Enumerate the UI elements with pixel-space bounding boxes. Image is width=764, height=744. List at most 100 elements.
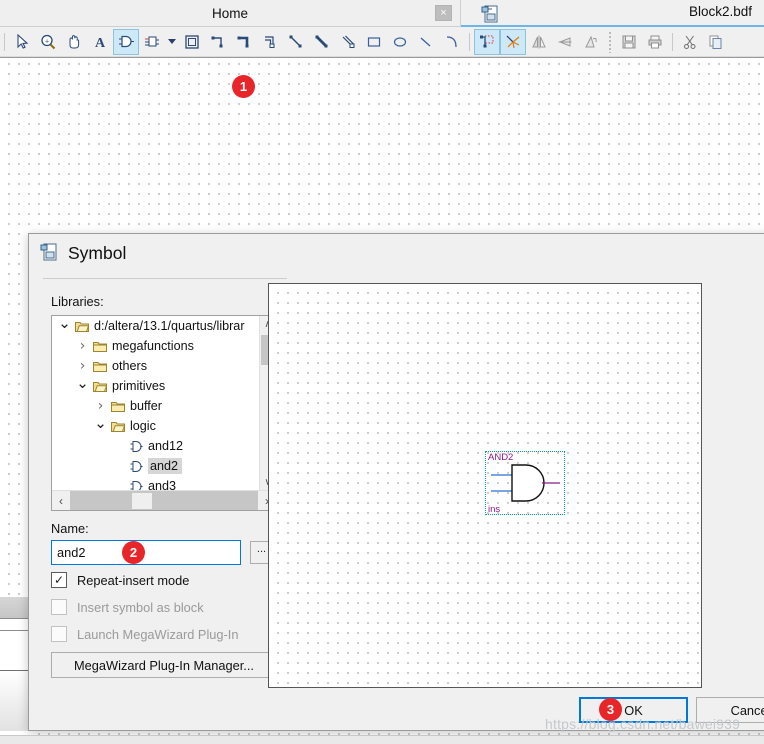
name-label: Name: [51,521,89,536]
dialog-title: Symbol [68,242,127,263]
bottom-strip [0,735,764,744]
checkbox-box[interactable]: ✓ [51,572,67,588]
flip-horizontal-icon[interactable] [526,29,552,55]
orthogonal-node-line-icon[interactable] [205,29,231,55]
tree-item-others[interactable]: › others [52,356,255,376]
and2-symbol: AND2 ins [485,451,565,515]
diagonal-bus-line-icon[interactable] [309,29,335,55]
tree-item-and3[interactable]: and3 [52,476,255,491]
libraries-tree-content[interactable]: ⌄ d:/altera/13.1/quartus/librar › megafunct… [52,316,255,491]
tree-item-buffer[interactable]: › buffer [52,396,255,416]
rubberbanding-icon[interactable] [500,28,526,55]
horizontal-scroll-track[interactable] [70,491,258,510]
block-tool-icon[interactable] [139,29,165,55]
chevron-right-icon[interactable]: › [92,398,109,414]
chevron-down-icon[interactable] [165,29,179,55]
symbol-tool-icon[interactable]: 1 [113,28,255,98]
arc-tool-icon[interactable] [439,29,465,55]
checkbox-label: Insert symbol as block [77,599,204,615]
tree-item-label: d:/altera/13.1/quartus/librar [94,319,245,333]
background-panel-body [0,631,30,671]
toolbar-divider [4,32,5,51]
rotate-left-icon[interactable] [578,29,604,55]
tree-item-label: buffer [130,399,162,413]
annotation-badge-1: 1 [232,74,255,98]
background-panel [0,597,30,744]
orthogonal-bus-line-icon[interactable] [231,29,257,55]
diagonal-conduit-line-icon[interactable] [335,29,361,55]
new-block-file-icon[interactable] [478,2,502,25]
toolbar-divider [469,32,470,51]
background-panel-fade [0,671,30,731]
megawizard-plugin-manager-button[interactable]: MegaWizard Plug-In Manager... [51,652,277,678]
symbol-leaf-icon [127,440,145,453]
background-panel-row [0,619,30,631]
tree-item-d-altera-13-1-quartus-librar[interactable]: ⌄ d:/altera/13.1/quartus/librar [52,316,255,336]
checkbox-label: Launch MegaWizard Plug-In [77,626,239,642]
checkbox-box [51,626,67,642]
flip-vertical-icon[interactable] [552,29,578,55]
scroll-left-icon[interactable]: ‹ [52,494,70,508]
folder-icon [109,400,127,413]
toolbar-drag-handle[interactable] [608,30,612,53]
oval-tool-icon[interactable] [387,29,413,55]
window-top-bar: Home × Block2.bdf [0,0,764,27]
checkbox-label: Repeat-insert mode [77,572,190,588]
zoom-icon[interactable]: + [35,29,61,55]
rubberband-select-icon[interactable] [179,29,205,55]
tree-item-label: others [112,359,148,373]
save-icon[interactable] [616,29,642,55]
tree-item-and12[interactable]: and12 [52,436,255,456]
tree-item-label: and2 [148,458,183,474]
close-icon[interactable]: × [435,5,452,21]
name-input[interactable] [51,540,241,565]
tree-item-label: megafunctions [112,339,194,353]
line-tool-icon[interactable] [413,29,439,55]
dialog-title-separator [43,278,287,279]
partial-line-select-icon[interactable] [474,28,500,55]
svg-text:+: + [45,38,49,45]
tree-item-label: primitives [112,379,166,393]
tree-item-logic[interactable]: ⌄ logic [52,414,255,436]
symbol-dialog-icon [39,242,59,265]
symbol-preview[interactable]: AND2 ins [268,283,702,688]
hand-pan-icon[interactable] [61,29,87,55]
libraries-label: Libraries: [51,294,104,309]
tree-item-primitives[interactable]: ⌄ primitives [52,374,255,396]
text-tool-icon[interactable]: A [87,29,113,55]
tree-item-and2[interactable]: and2 [52,456,255,476]
svg-text:A: A [95,36,106,51]
watermark: https://blog.csdn.net/bawei939 [545,716,741,732]
document-tab-label: Home [211,5,248,21]
chevron-down-icon[interactable]: ⌄ [74,374,91,392]
horizontal-scroll-thumb[interactable] [132,493,152,509]
annotation-badge-2: 2 [122,541,145,564]
rectangle-tool-icon[interactable] [361,29,387,55]
chevron-down-icon[interactable]: ⌄ [92,414,109,432]
chevron-right-icon[interactable]: › [74,358,91,374]
folder-icon [91,360,109,373]
file-name-label: Block2.bdf [688,4,752,19]
copy-icon[interactable] [703,29,729,55]
background-panel-header [0,597,30,619]
libraries-tree[interactable]: ⌄ d:/altera/13.1/quartus/librar › megafunct… [51,315,277,511]
orthogonal-conduit-line-icon[interactable] [257,29,283,55]
document-tab-home[interactable]: Home × [0,0,461,27]
tree-item-megafunctions[interactable]: › megafunctions [52,336,255,356]
dialog-title-bar: Symbol [29,234,764,272]
insert-symbol-as-block-checkbox: Insert symbol as block [51,599,204,615]
select-arrow-icon[interactable] [9,29,35,55]
print-icon[interactable] [642,29,668,55]
launch-megawizard-checkbox: Launch MegaWizard Plug-In [51,626,238,642]
folder-open-icon [109,420,127,433]
repeat-insert-mode-checkbox[interactable]: ✓ Repeat-insert mode [51,572,189,588]
checkbox-box [51,599,67,615]
folder-icon [91,340,109,353]
diagonal-node-line-icon[interactable] [283,29,309,55]
check-icon: ✓ [53,573,65,587]
chevron-down-icon[interactable]: ⌄ [56,316,73,332]
tree-horizontal-scrollbar[interactable]: ‹ › [52,490,276,510]
chevron-right-icon[interactable]: › [74,338,91,354]
drawing-toolbar: + A 1 [0,27,764,98]
cut-icon[interactable] [677,29,703,55]
